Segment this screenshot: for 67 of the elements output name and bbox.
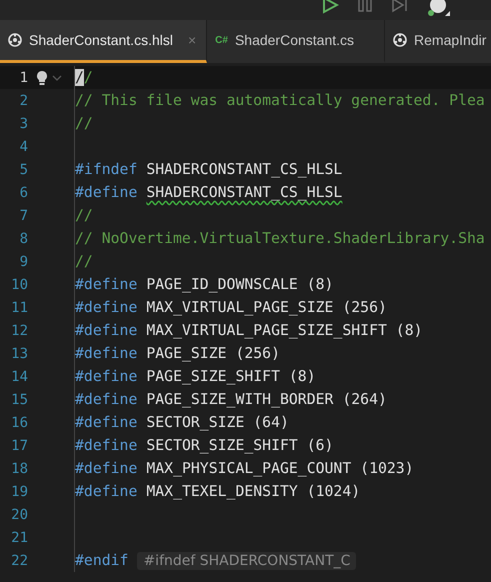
- tab-label: ShaderConstant.cs: [234, 32, 354, 48]
- code-text: SECTOR_SIZE_SHIFT (6): [146, 437, 334, 454]
- line-number: 22: [10, 552, 28, 568]
- line-number: 14: [10, 368, 28, 384]
- code-text: MAX_VIRTUAL_PAGE_SIZE_SHIFT (8): [146, 322, 423, 339]
- ball-icon: [393, 33, 408, 47]
- line-number: 18: [10, 460, 28, 476]
- code-text: SECTOR_SIZE (64): [146, 414, 289, 431]
- editor-tab[interactable]: ShaderConstant.cs.hlsl ×: [0, 20, 208, 63]
- line-number: 20: [10, 506, 28, 522]
- line-number: 2: [18, 92, 28, 108]
- line-number: 12: [10, 322, 28, 338]
- line-number: 6: [18, 184, 28, 200]
- code-keyword: #define: [75, 460, 138, 477]
- tab-label: RemapIndir: [414, 32, 486, 48]
- line-number: 13: [10, 346, 28, 362]
- line-number: 17: [10, 438, 28, 454]
- line-number: 11: [10, 300, 28, 316]
- code-keyword: #define: [75, 414, 138, 431]
- code-text: SHADERCONSTANT_CS_HLSL: [146, 184, 342, 201]
- code-keyword: #define: [75, 483, 138, 500]
- line-number: 21: [10, 530, 28, 546]
- editor-tab[interactable]: C# ShaderConstant.cs: [207, 20, 386, 63]
- ball-icon: [8, 33, 22, 47]
- code-keyword: #ifndef: [75, 161, 138, 178]
- lightbulb-icon[interactable]: [36, 70, 48, 86]
- line-number: 3: [18, 116, 28, 132]
- code-keyword: #define: [75, 368, 138, 385]
- inline-hint: #ifndef SHADERCONSTANT_C: [137, 552, 356, 570]
- code-keyword: #define: [75, 345, 138, 362]
- code-keyword: #define: [75, 299, 138, 316]
- code-keyword: #endif: [75, 552, 128, 569]
- code-comment: // This file was automatically generated. Plea: [75, 92, 485, 109]
- line-number: 15: [10, 392, 28, 408]
- line-number: 7: [18, 208, 28, 224]
- chevron-icon[interactable]: [52, 74, 62, 82]
- code-comment: //: [75, 207, 93, 224]
- avatar-icon[interactable]: [427, 0, 451, 18]
- code-keyword: #define: [75, 391, 138, 408]
- code-keyword: #define: [75, 184, 138, 201]
- code-comment: //: [75, 253, 93, 270]
- code-text: PAGE_SIZE_SHIFT (8): [146, 368, 316, 385]
- code-keyword: #define: [75, 437, 138, 454]
- code-text: MAX_PHYSICAL_PAGE_COUNT (1023): [146, 460, 414, 477]
- code-comment: //: [75, 69, 93, 86]
- code-comment: //: [75, 115, 93, 132]
- line-number: 16: [10, 414, 28, 430]
- code-text: PAGE_ID_DOWNSCALE (8): [146, 276, 334, 293]
- code-text: MAX_VIRTUAL_PAGE_SIZE (256): [146, 299, 387, 316]
- run-icon[interactable]: [321, 0, 339, 14]
- line-number: 9: [18, 254, 28, 270]
- code-text: MAX_TEXEL_DENSITY (1024): [146, 483, 360, 500]
- line-number: 10: [10, 276, 28, 292]
- code-text: SHADERCONSTANT_CS_HLSL: [146, 161, 342, 178]
- code-text: PAGE_SIZE_WITH_BORDER (264): [146, 391, 387, 408]
- line-number: 8: [18, 230, 28, 246]
- line-number: 1: [18, 70, 28, 86]
- csharp-icon: C#: [215, 34, 228, 46]
- tab-label: ShaderConstant.cs.hlsl: [29, 32, 173, 48]
- editor-tab[interactable]: RemapIndir: [385, 20, 491, 63]
- code-keyword: #define: [75, 276, 138, 293]
- line-number: 19: [10, 484, 28, 500]
- line-number: 5: [18, 162, 28, 178]
- code-keyword: #define: [75, 322, 138, 339]
- line-number: 4: [18, 138, 28, 154]
- code-comment: // NoOvertime.VirtualTexture.ShaderLibrary.Sha: [75, 230, 485, 247]
- code-text: PAGE_SIZE (256): [146, 345, 280, 362]
